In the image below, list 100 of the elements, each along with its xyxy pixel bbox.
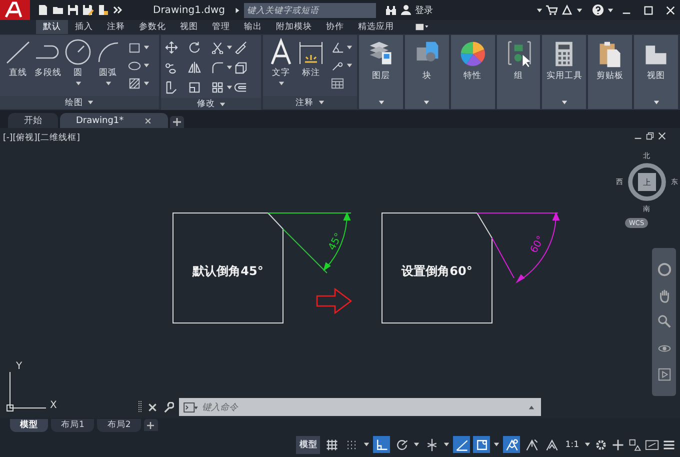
offset-icon[interactable] — [234, 80, 248, 94]
caret-icon[interactable] — [576, 6, 583, 14]
status-toggle[interactable] — [373, 436, 390, 453]
close-icon[interactable] — [658, 132, 666, 140]
annotation-tool-button[interactable]: 文字 — [267, 38, 296, 96]
layout-tab[interactable]: 布局2 — [97, 418, 141, 432]
annotation-tool-button[interactable]: 标注 — [297, 38, 326, 96]
binoculars-icon[interactable] — [385, 4, 397, 16]
save-as-icon[interactable] — [82, 4, 94, 16]
status-toggle[interactable] — [473, 436, 490, 453]
caret-icon[interactable] — [143, 62, 150, 68]
caret-icon[interactable] — [443, 441, 450, 448]
ribbon-panel-button[interactable]: 特性 — [450, 35, 495, 109]
caret-icon[interactable] — [536, 6, 543, 14]
hatch-icon[interactable] — [128, 76, 141, 90]
annotation-scale-button[interactable]: 1:1 — [563, 440, 581, 450]
ribbon-panel-button[interactable]: 块 — [404, 35, 449, 109]
ribbon-tab[interactable]: 参数化 — [132, 20, 173, 34]
box-icon[interactable] — [234, 60, 248, 74]
caret-up-icon[interactable] — [528, 404, 535, 410]
new-layout-button[interactable] — [144, 419, 158, 431]
caret-icon[interactable] — [413, 441, 420, 448]
draw-tool-button[interactable]: 圆弧 — [94, 38, 122, 96]
command-input[interactable]: 键入命令 — [202, 400, 524, 414]
scissors-icon[interactable] — [211, 40, 224, 54]
ribbon-tab[interactable]: 附加模块 — [269, 20, 319, 34]
draw-tool-button[interactable]: 多段线 — [34, 38, 62, 96]
caret-icon[interactable] — [607, 6, 614, 14]
angle-dimension-icon[interactable] — [331, 40, 344, 54]
isolate-objects-icon[interactable] — [628, 438, 642, 452]
film-icon[interactable] — [656, 367, 672, 382]
ribbon-panel-button[interactable]: 视图 — [634, 35, 678, 109]
ribbon-panel-button[interactable]: 实用工具 — [542, 35, 586, 109]
ribbon-tab[interactable]: 默认 — [36, 20, 68, 34]
ribbon-tab[interactable]: 视图 — [173, 20, 205, 34]
help-icon[interactable] — [592, 4, 604, 16]
restore-icon[interactable] — [646, 132, 654, 140]
ribbon-panel-button[interactable]: 组 — [496, 35, 540, 109]
terminal-icon[interactable] — [183, 402, 198, 412]
layout-tab[interactable]: 布局1 — [51, 418, 94, 432]
compass-ring[interactable] — [625, 160, 669, 204]
model-space-button[interactable]: 模型 — [296, 436, 320, 454]
ribbon-tab[interactable]: 协作 — [319, 20, 351, 34]
sign-in-link[interactable]: 登录 — [415, 4, 433, 16]
rotate-icon[interactable] — [188, 40, 202, 54]
expand-icon[interactable] — [234, 6, 241, 14]
caret-icon[interactable] — [346, 62, 354, 68]
panel-title-button[interactable]: 绘图 — [0, 96, 160, 109]
draw-tool-button[interactable]: 直线 — [4, 38, 32, 96]
mirror-icon[interactable] — [188, 60, 202, 74]
caret-icon[interactable] — [226, 44, 234, 50]
save-icon[interactable] — [67, 4, 79, 16]
panel-title-button[interactable]: 修改 — [161, 98, 262, 110]
move-icon[interactable] — [165, 40, 178, 54]
rectangle-icon[interactable] — [128, 40, 141, 54]
viewport-label[interactable]: [-][俯视][二维线框] — [3, 132, 80, 144]
fillet-icon[interactable] — [211, 60, 224, 74]
cart-icon[interactable] — [546, 4, 558, 16]
more-icon[interactable] — [112, 4, 124, 16]
layout-tab[interactable]: 模型 — [10, 418, 48, 432]
ribbon-tab[interactable]: 注释 — [100, 20, 132, 34]
caret-icon[interactable] — [143, 80, 150, 86]
plus-icon[interactable] — [611, 438, 625, 452]
ribbon-tab[interactable]: 精选应用 — [351, 20, 401, 34]
status-toggle[interactable] — [453, 436, 470, 453]
caret-icon[interactable] — [584, 441, 591, 448]
caret-icon[interactable] — [226, 64, 234, 70]
ribbon-panel-button[interactable]: 剪贴板 — [588, 35, 632, 109]
caret-icon[interactable] — [346, 44, 354, 50]
panel-title-button[interactable]: 注释 — [263, 96, 358, 109]
video-icon[interactable] — [415, 23, 429, 31]
print-icon[interactable] — [97, 4, 109, 16]
ribbon-tab[interactable]: 输出 — [237, 20, 269, 34]
view-cube-face[interactable]: 上 — [638, 173, 656, 191]
wrench-icon[interactable] — [163, 402, 174, 412]
draw-tool-button[interactable]: 圆 — [64, 38, 92, 96]
close-icon[interactable] — [147, 402, 158, 412]
command-bar[interactable]: 键入命令 — [179, 398, 541, 416]
new-file-icon[interactable] — [37, 4, 49, 16]
grip-icon[interactable] — [138, 400, 142, 414]
caret-icon[interactable] — [226, 84, 234, 90]
ribbon-panel-button[interactable]: 图层 — [359, 35, 403, 109]
caret-icon[interactable] — [143, 44, 150, 50]
eraser-icon[interactable] — [234, 40, 248, 54]
zoom-icon[interactable] — [656, 314, 672, 330]
caret-icon[interactable] — [363, 441, 370, 448]
user-icon[interactable] — [400, 4, 412, 16]
new-tab-button[interactable] — [170, 116, 184, 128]
caret-icon[interactable] — [493, 441, 500, 448]
table-icon[interactable] — [331, 76, 344, 90]
scale-icon[interactable] — [188, 80, 202, 94]
ribbon-tab[interactable]: 插入 — [68, 20, 100, 34]
gear-icon[interactable] — [594, 438, 608, 452]
stretch-icon[interactable] — [165, 80, 178, 94]
app-logo-button[interactable] — [0, 0, 30, 20]
folder-icon[interactable] — [52, 4, 64, 16]
ribbon-tab[interactable]: 管理 — [205, 20, 237, 34]
status-toggle[interactable] — [503, 436, 520, 453]
maximize-icon[interactable] — [643, 4, 654, 16]
file-tab[interactable]: Drawing1* — [60, 113, 168, 128]
